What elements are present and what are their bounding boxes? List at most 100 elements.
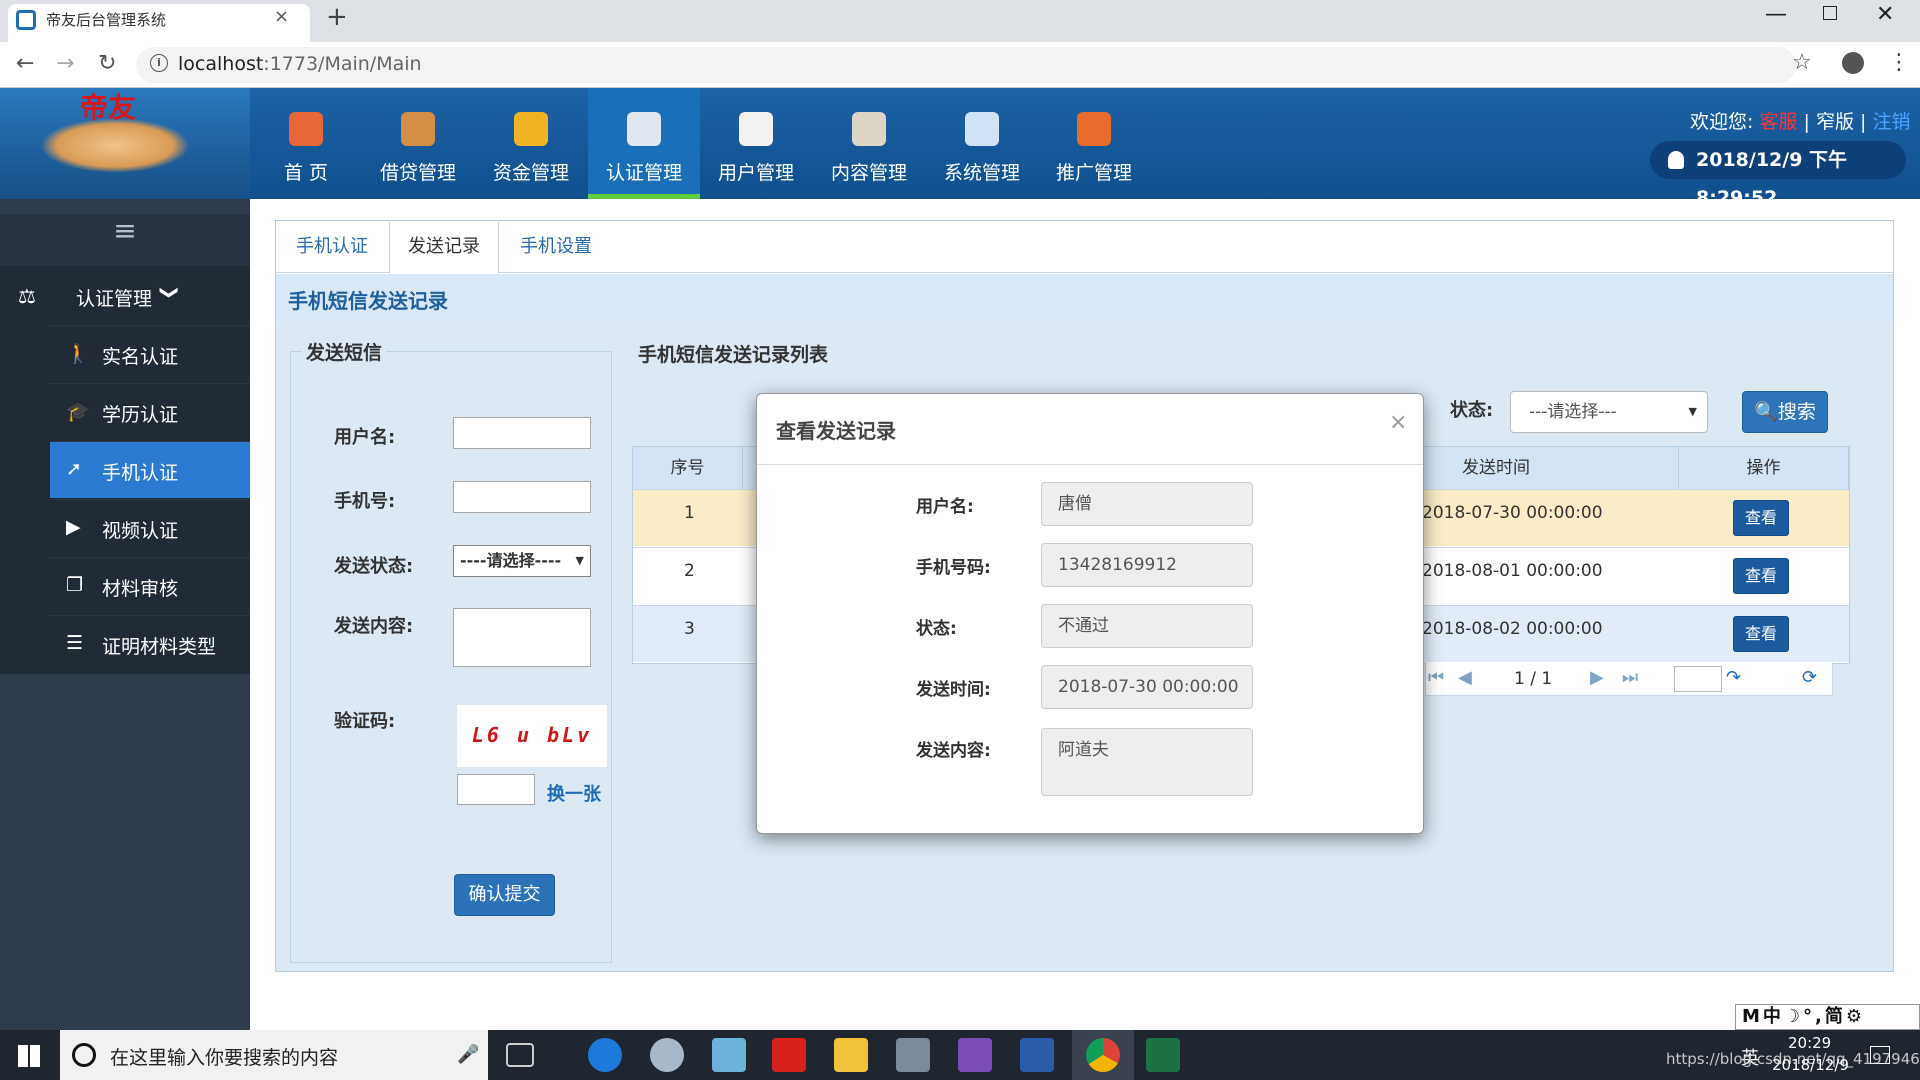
tools-icon[interactable]	[896, 1038, 930, 1072]
reload-button[interactable]: ↻	[98, 51, 116, 76]
url-path: :1773/Main/Main	[263, 53, 422, 75]
bookmark-star-icon[interactable]: ☆	[1792, 50, 1812, 75]
graduation-cap-icon: 🎓	[66, 401, 90, 423]
nav-label: 系统管理	[943, 162, 1020, 184]
windows-start-icon[interactable]	[18, 1045, 40, 1067]
state-filter-select[interactable]: ---请选择--- ▼	[1510, 391, 1708, 433]
file-explorer-icon[interactable]	[834, 1038, 868, 1072]
view-button[interactable]: 查看	[1733, 616, 1789, 652]
send-content-label: 发送内容:	[334, 616, 414, 637]
nav-fund-management[interactable]: 资金管理	[475, 88, 587, 199]
refresh-captcha-link[interactable]: 换一张	[547, 780, 601, 806]
nav-content-management[interactable]: 内容管理	[813, 88, 925, 199]
tray-clock-time[interactable]: 20:29	[1788, 1034, 1831, 1052]
submit-button[interactable]: 确认提交	[454, 874, 555, 916]
send-status-select[interactable]: ----请选择---- ▼	[453, 545, 591, 577]
account-icon[interactable]	[1842, 52, 1864, 74]
logo-text: 帝友	[80, 91, 137, 124]
excel-icon[interactable]	[1146, 1038, 1180, 1072]
window-minimize-button[interactable]: —	[1765, 2, 1787, 27]
refresh-icon[interactable]: ⟳	[1802, 667, 1817, 688]
chrome-icon[interactable]	[1086, 1038, 1120, 1072]
logout-link[interactable]: 注销	[1872, 111, 1910, 133]
sidebar-item-material-review[interactable]: ❐ 材料审核	[50, 557, 250, 614]
nav-promotion-management[interactable]: 推广管理	[1038, 88, 1150, 199]
nav-auth-management[interactable]: 认证管理	[588, 88, 700, 199]
modal-status-label: 状态:	[916, 619, 957, 639]
sidebar-item-phone[interactable]: ➚ 手机认证	[50, 441, 250, 498]
last-page-icon[interactable]: ⏭	[1622, 667, 1638, 688]
url-text[interactable]: localhost:1773/Main/Main	[178, 53, 422, 75]
browser-menu-icon[interactable]: ⋮	[1888, 50, 1910, 75]
sidebar-item-realname[interactable]: 🚶 实名认证	[50, 325, 250, 382]
welcome-text: 欢迎您:	[1690, 111, 1754, 133]
window-maximize-button[interactable]	[1823, 6, 1837, 20]
megaphone-icon	[1077, 112, 1111, 146]
view-button[interactable]: 查看	[1733, 558, 1789, 594]
phone-input[interactable]	[453, 481, 591, 513]
edge-icon[interactable]	[588, 1038, 622, 1072]
datetime-display: 2018/12/9 下午8:29:52	[1650, 141, 1906, 209]
site-info-icon[interactable]: i	[150, 54, 168, 72]
phone-cursor-icon: ➚	[66, 458, 82, 480]
tray-clock-date[interactable]: 2018/12/9	[1772, 1056, 1849, 1074]
notes-app-icon[interactable]	[712, 1038, 746, 1072]
new-tab-button[interactable]: +	[326, 2, 348, 32]
captcha-input[interactable]	[457, 774, 535, 805]
nav-user-management[interactable]: 用户管理	[700, 88, 812, 199]
nav-label: 用户管理	[717, 162, 794, 184]
user-link[interactable]: 客服	[1759, 111, 1797, 133]
go-page-icon[interactable]: ↷	[1726, 667, 1741, 688]
paint-icon[interactable]	[650, 1038, 684, 1072]
nav-label: 资金管理	[492, 162, 569, 184]
username-input[interactable]	[453, 417, 591, 449]
row-send-time: 2018-08-01 00:00:00	[1422, 561, 1603, 581]
tab-phone-settings[interactable]: 手机设置	[501, 222, 611, 274]
person-icon	[401, 112, 435, 146]
page-indicator: 1 / 1	[1514, 669, 1553, 689]
prev-page-icon[interactable]: ◀	[1458, 667, 1472, 688]
nav-label: 首 页	[283, 162, 329, 184]
modal-username-label: 用户名:	[916, 497, 974, 517]
page-title-bar	[276, 274, 1893, 321]
word-icon[interactable]	[1020, 1038, 1054, 1072]
nav-loan-management[interactable]: 借贷管理	[362, 88, 474, 199]
narrow-layout-link[interactable]: 窄版	[1816, 111, 1854, 133]
send-content-textarea[interactable]	[453, 608, 591, 667]
next-page-icon[interactable]: ▶	[1590, 667, 1604, 688]
modal-status-field: 不通过	[1041, 604, 1253, 648]
nav-home[interactable]: 首 页	[250, 88, 362, 199]
site-favicon-icon	[16, 10, 36, 30]
document-check-icon	[627, 112, 661, 146]
first-page-icon[interactable]: ⏮	[1428, 667, 1444, 688]
row-number: 2	[684, 561, 695, 581]
sidebar-item-label: 视频认证	[102, 520, 179, 542]
magnifier-icon	[965, 112, 999, 146]
ime-toolbar[interactable]: M中☽°,简⚙	[1735, 1004, 1920, 1030]
sidebar-group-auth[interactable]: ⚖ 认证管理 ❯	[0, 274, 250, 320]
tab-close-icon[interactable]: ×	[274, 6, 289, 27]
browser-tab-title: 帝友后台管理系统	[46, 11, 167, 29]
search-button[interactable]: 🔍搜索	[1742, 391, 1828, 433]
task-view-icon[interactable]	[506, 1043, 534, 1067]
page-jump-input[interactable]	[1674, 666, 1722, 692]
forward-button[interactable]: →	[56, 51, 74, 76]
notification-center-icon[interactable]	[1870, 1046, 1890, 1064]
sidebar-item-proof-types[interactable]: ☰ 证明材料类型	[50, 615, 250, 672]
sidebar-item-video[interactable]: ▶ 视频认证	[50, 499, 250, 556]
modal-close-icon[interactable]: ×	[1389, 410, 1407, 435]
tab-send-record[interactable]: 发送记录	[389, 222, 499, 274]
window-close-button[interactable]: ✕	[1876, 2, 1894, 27]
youdao-icon[interactable]	[772, 1038, 806, 1072]
back-button[interactable]: ←	[16, 51, 34, 76]
sidebar-toggle-icon[interactable]: ≡	[0, 214, 250, 266]
tab-phone-auth[interactable]: 手机认证	[277, 222, 387, 274]
nav-system-management[interactable]: 系统管理	[926, 88, 1038, 199]
row-number: 3	[684, 619, 695, 639]
dropdown-arrow-icon: ▼	[1688, 405, 1697, 418]
visual-studio-icon[interactable]	[958, 1038, 992, 1072]
sidebar-item-education[interactable]: 🎓 学历认证	[50, 383, 250, 440]
microphone-icon[interactable]: 🎤	[457, 1044, 479, 1065]
view-button[interactable]: 查看	[1733, 500, 1789, 536]
column-header-no: 序号	[633, 447, 743, 489]
